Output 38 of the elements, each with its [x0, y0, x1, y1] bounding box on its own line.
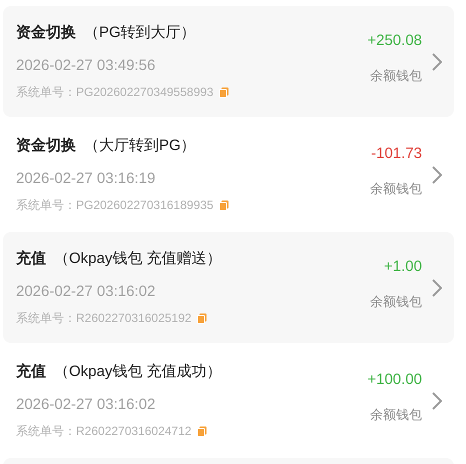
- record-time: 2026-02-27 03:16:02: [16, 282, 156, 302]
- order-number: PG202602270316189935: [76, 197, 214, 213]
- order-label: 系统单号：: [16, 197, 76, 213]
- wallet-label: 余额钱包: [370, 406, 422, 424]
- copy-icon[interactable]: [219, 87, 230, 98]
- copy-icon[interactable]: [197, 313, 208, 324]
- record-title: 资金切换: [16, 136, 76, 156]
- record-card[interactable]: 充值 （Okpay钱包 充值赠送） 2026-02-27 03:16:02 系统单号：R2602270316025192 +1.00 余额钱包: [3, 232, 454, 343]
- copy-icon[interactable]: [197, 426, 208, 437]
- chevron-right-icon[interactable]: [432, 392, 442, 410]
- order-number: R2602270316025192: [76, 310, 192, 326]
- order-label: 系统单号：: [16, 84, 76, 100]
- amount: +250.08: [367, 30, 422, 50]
- record-detail: （Okpay钱包 充值赠送）: [54, 249, 222, 269]
- record-time: 2026-02-27 03:16:19: [16, 169, 156, 189]
- wallet-label: 余额钱包: [370, 292, 422, 310]
- order-label: 系统单号：: [16, 423, 76, 439]
- wallet-label: 余额钱包: [370, 66, 422, 84]
- record-time: 2026-02-27 03:49:56: [16, 56, 156, 76]
- record-title: 充值: [16, 362, 46, 382]
- record-card[interactable]: 资金切换 （PG转到大厅） 2026-02-27 03:49:56 系统单号：PG202602270349558993 +250.08 余额钱包: [3, 6, 454, 117]
- order-label: 系统单号：: [16, 310, 76, 326]
- wallet-label: 余额钱包: [370, 180, 422, 198]
- amount: +1.00: [384, 256, 422, 276]
- record-title: 资金切换: [16, 23, 76, 43]
- chevron-right-icon[interactable]: [432, 166, 442, 184]
- record-detail: （大厅转到PG）: [84, 136, 196, 156]
- chevron-right-icon[interactable]: [432, 278, 442, 296]
- order-number: PG202602270349558993: [76, 84, 214, 100]
- chevron-right-icon[interactable]: [432, 52, 442, 70]
- record-detail: （Okpay钱包 充值成功）: [54, 362, 222, 382]
- record-time: 2026-02-27 03:16:02: [16, 395, 156, 415]
- record-title: 充值: [16, 249, 46, 269]
- order-number: R2602270316024712: [76, 423, 192, 439]
- amount: -101.73: [371, 144, 422, 164]
- copy-icon[interactable]: [219, 200, 230, 211]
- amount: +100.00: [367, 370, 422, 390]
- record-detail: （PG转到大厅）: [84, 23, 196, 43]
